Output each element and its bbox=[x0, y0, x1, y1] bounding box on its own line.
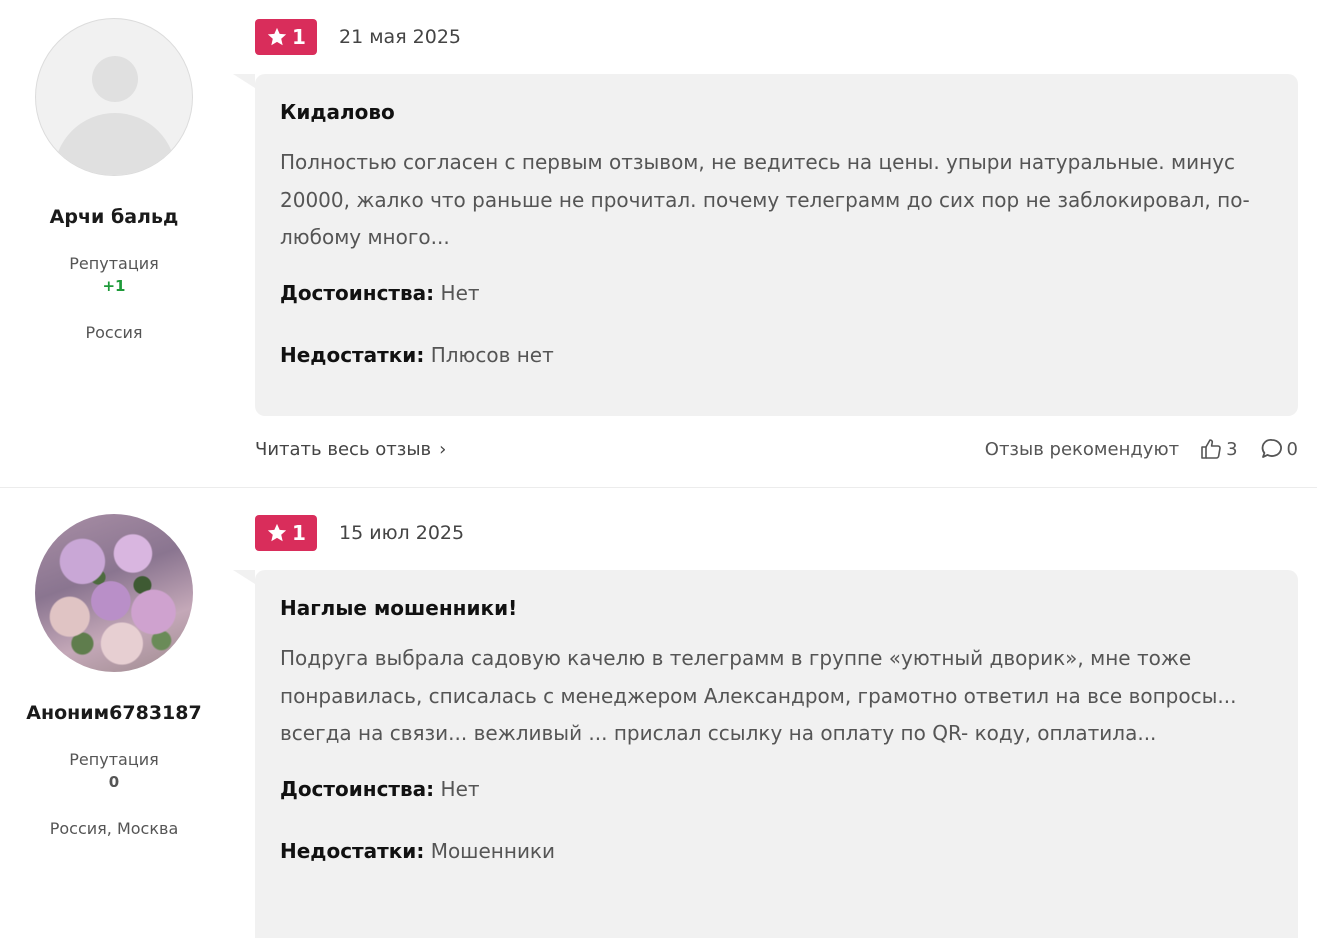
read-full-review-link[interactable]: Читать весь отзыв › bbox=[255, 439, 446, 460]
reputation-value: 0 bbox=[108, 773, 120, 791]
review-author: Арчи бальд Репутация +1 Россия bbox=[14, 18, 214, 342]
review-cons: Недостатки: Плюсов нет bbox=[280, 343, 1273, 367]
review-meta: 1 15 июл 2025 bbox=[255, 515, 464, 551]
cons-label: Недостатки: bbox=[280, 342, 425, 367]
reputation-value: +1 bbox=[102, 277, 126, 295]
recommend-label: Отзыв рекомендуют bbox=[984, 438, 1180, 460]
review-stats: Отзыв рекомендуют 3 0 bbox=[985, 437, 1298, 461]
default-avatar-icon[interactable] bbox=[35, 18, 193, 176]
author-location: Россия bbox=[85, 323, 143, 342]
pros-value: Нет bbox=[440, 280, 480, 305]
review-pros: Достоинства: Нет bbox=[280, 777, 1273, 801]
comments-button[interactable]: 0 bbox=[1260, 437, 1298, 461]
review-body: Кидалово Полностью согласен с первым отз… bbox=[233, 74, 1298, 416]
author-name[interactable]: Аноним6783187 bbox=[14, 702, 214, 724]
cons-label: Недостатки: bbox=[280, 838, 425, 863]
review-title[interactable]: Наглые мошенники! bbox=[280, 596, 1273, 620]
comments-count: 0 bbox=[1286, 438, 1298, 460]
author-avatar[interactable] bbox=[35, 514, 193, 672]
review-pros: Достоинства: Нет bbox=[280, 281, 1273, 305]
rating-badge: 1 bbox=[255, 515, 317, 551]
rating-badge: 1 bbox=[255, 19, 317, 55]
author-name[interactable]: Арчи бальд bbox=[14, 206, 214, 228]
cons-value: Мошенники bbox=[430, 838, 556, 863]
review-meta: 1 21 мая 2025 bbox=[255, 19, 461, 55]
comment-icon bbox=[1261, 438, 1282, 458]
review-body: Наглые мошенники! Подруга выбрала садову… bbox=[233, 570, 1298, 938]
pros-value: Нет bbox=[440, 776, 480, 801]
reputation-label: Репутация bbox=[69, 254, 159, 273]
review-date: 15 июл 2025 bbox=[339, 522, 465, 544]
review-text: Подруга выбрала садовую качелю в телегра… bbox=[280, 646, 1237, 745]
review-card: Арчи бальд Репутация +1 Россия 1 21 мая … bbox=[0, 0, 1317, 488]
review-date: 21 мая 2025 bbox=[339, 26, 462, 48]
pros-label: Достоинства: bbox=[280, 280, 435, 305]
review-author: Аноним6783187 Репутация 0 Россия, Москва bbox=[14, 514, 214, 838]
cons-value: Плюсов нет bbox=[430, 342, 554, 367]
review-footer: Читать весь отзыв › Отзыв рекомендуют 3 … bbox=[255, 437, 1298, 461]
pros-label: Достоинства: bbox=[280, 776, 435, 801]
likes-count: 3 bbox=[1226, 438, 1238, 460]
review-cons: Недостатки: Мошенники bbox=[280, 839, 1273, 863]
rating-value: 1 bbox=[292, 25, 306, 49]
like-button[interactable]: 3 bbox=[1199, 437, 1238, 461]
star-icon bbox=[267, 523, 287, 542]
review-card: Аноним6783187 Репутация 0 Россия, Москва… bbox=[0, 488, 1317, 938]
rating-value: 1 bbox=[292, 521, 306, 545]
review-text: Полностью согласен с первым отзывом, не … bbox=[280, 150, 1250, 249]
thumbs-up-icon bbox=[1201, 439, 1221, 459]
read-more-label: Читать весь отзыв bbox=[255, 438, 432, 460]
star-icon bbox=[267, 27, 287, 46]
reputation-label: Репутация bbox=[69, 750, 159, 769]
chevron-right-icon: › bbox=[439, 438, 447, 460]
author-location: Россия, Москва bbox=[49, 819, 179, 838]
review-title[interactable]: Кидалово bbox=[280, 100, 1273, 124]
